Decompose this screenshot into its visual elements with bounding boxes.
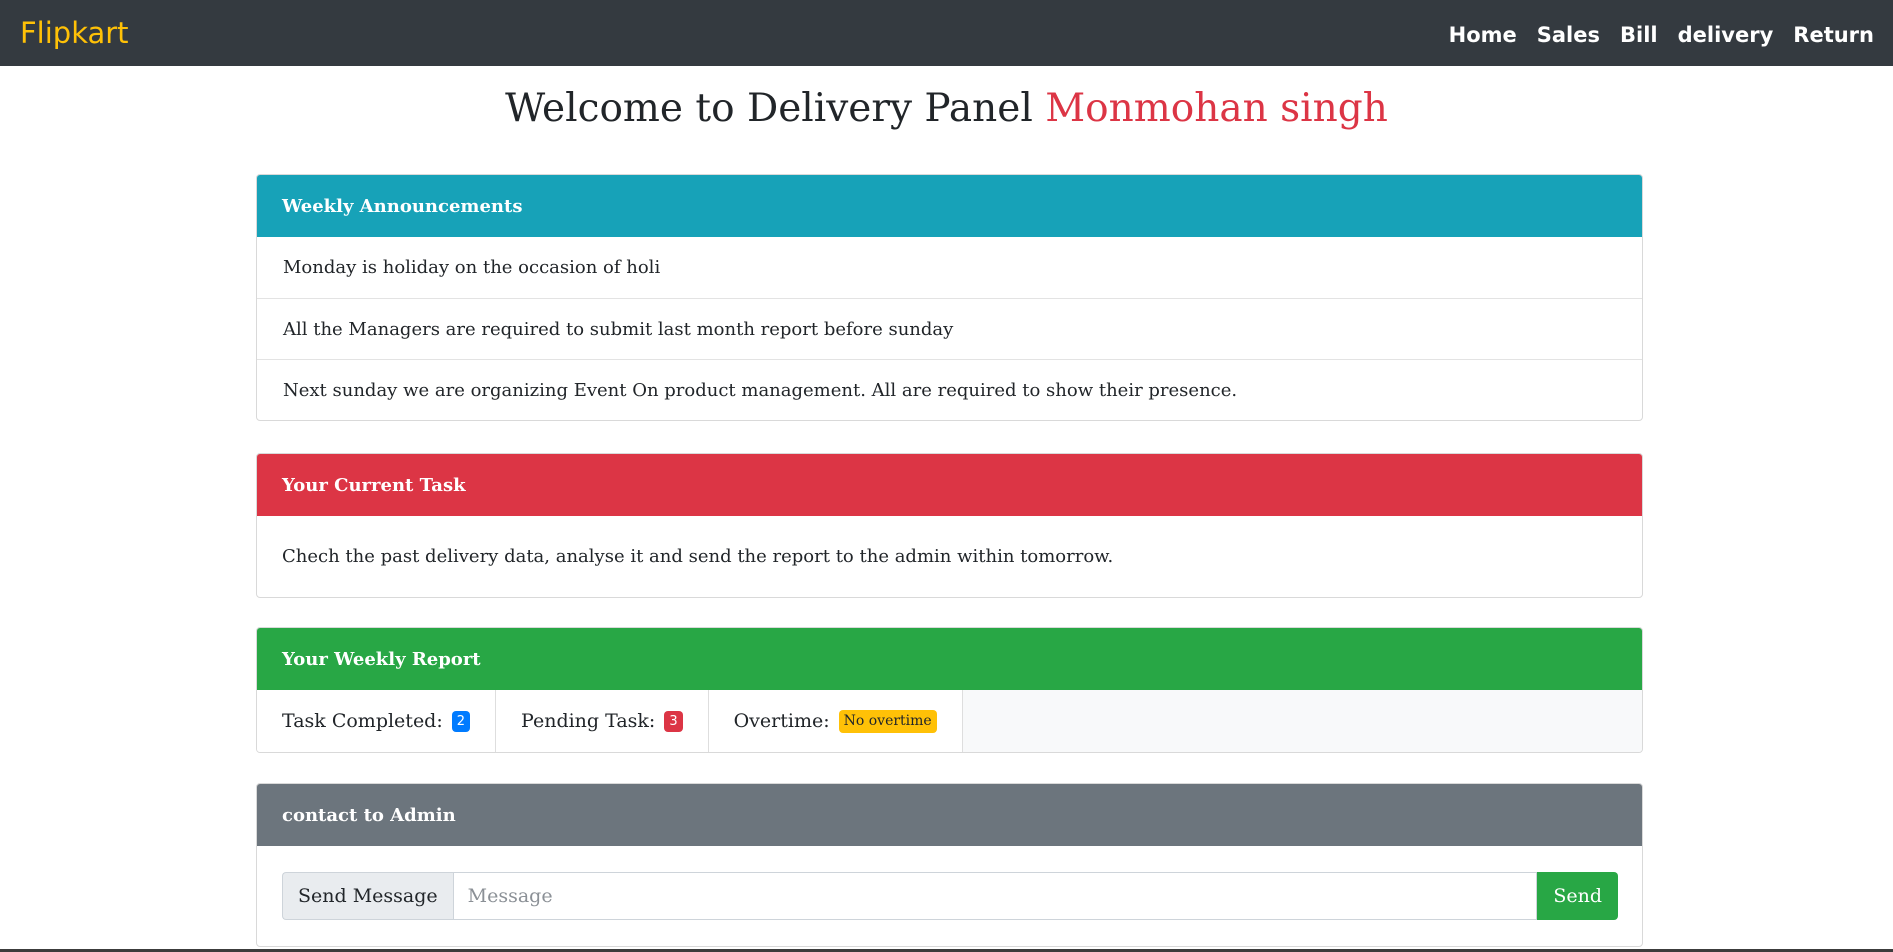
current-task-card: Your Current Task Chech the past deliver… [256, 453, 1643, 598]
nav-link-return[interactable]: Return [1793, 23, 1874, 47]
nav-links: Home Sales Bill delivery Return [1449, 23, 1874, 47]
announcement-item: Next sunday we are organizing Event On p… [257, 359, 1642, 420]
overtime-cell: Overtime: No overtime [708, 690, 963, 752]
weekly-report-header: Your Weekly Report [257, 628, 1642, 690]
top-navbar: Flipkart Home Sales Bill delivery Return [0, 0, 1893, 66]
user-name: Monmohan singh [1045, 86, 1388, 131]
tasks-completed-badge: 2 [451, 710, 471, 732]
tasks-completed-cell: Task Completed: 2 [257, 690, 497, 752]
welcome-prefix: Welcome to Delivery Panel [505, 86, 1033, 131]
announcements-list: Monday is holiday on the occasion of hol… [257, 237, 1642, 420]
current-task-header: Your Current Task [257, 454, 1642, 516]
pending-tasks-badge: 3 [664, 710, 683, 732]
weekly-report-card: Your Weekly Report Task Completed: 2 Pen… [256, 627, 1643, 753]
pending-tasks-label: Pending Task: [521, 710, 656, 732]
message-input[interactable] [452, 872, 1538, 920]
nav-link-delivery[interactable]: delivery [1678, 23, 1774, 47]
overtime-badge: No overtime [838, 709, 937, 733]
pending-tasks-cell: Pending Task: 3 [496, 690, 709, 752]
send-message-label: Send Message [282, 872, 453, 920]
announcements-header: Weekly Announcements [257, 175, 1642, 237]
announcement-item: All the Managers are required to submit … [257, 298, 1642, 359]
overtime-label: Overtime: [733, 710, 830, 732]
contact-admin-header: contact to Admin [257, 784, 1642, 846]
tasks-completed-label: Task Completed: [282, 710, 443, 732]
current-task-text: Chech the past delivery data, analyse it… [282, 546, 1114, 567]
announcement-item: Monday is holiday on the occasion of hol… [283, 257, 661, 278]
announcements-card: Weekly Announcements Monday is holiday o… [256, 174, 1643, 421]
contact-admin-card: contact to Admin Send Message Send [256, 783, 1643, 947]
weekly-report-row: Task Completed: 2 Pending Task: 3 Overti… [257, 690, 1642, 752]
nav-link-sales[interactable]: Sales [1537, 23, 1600, 47]
nav-link-bill[interactable]: Bill [1620, 23, 1658, 47]
brand-logo[interactable]: Flipkart [20, 16, 129, 50]
nav-link-home[interactable]: Home [1449, 23, 1517, 47]
contact-form: Send Message Send [257, 846, 1642, 946]
send-button[interactable]: Send [1537, 872, 1618, 920]
message-input-group: Send Message Send [282, 872, 1618, 920]
page-title: Welcome to Delivery Panel Monmohan singh [0, 86, 1893, 131]
